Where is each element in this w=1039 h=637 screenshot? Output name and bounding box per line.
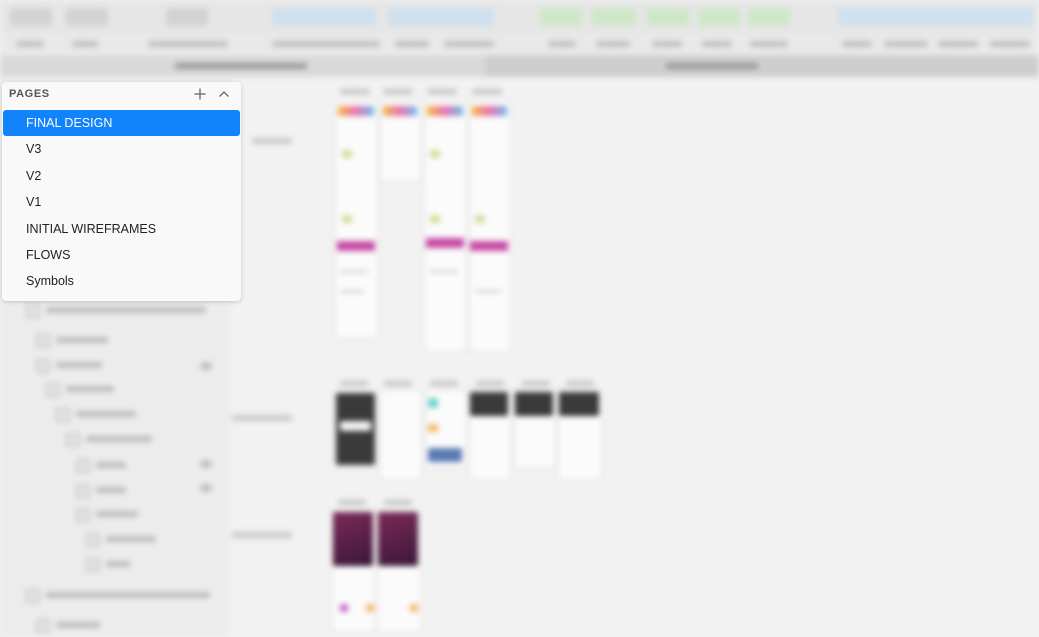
toolbar-button[interactable] [10,8,52,26]
canvas-group-label [232,415,292,421]
page-item-label: Symbols [26,274,74,289]
plus-icon[interactable] [193,87,207,101]
page-item-v3[interactable]: V3 [3,136,240,162]
toolbar-button[interactable] [272,8,376,26]
pages-list: FINAL DESIGN V3 V2 V1 INITIAL WIREFRAMES… [2,110,241,295]
page-item-label: FLOWS [26,247,71,262]
toolbar-button[interactable] [540,8,582,26]
toolbar-button[interactable] [698,8,740,26]
document-tab[interactable] [486,55,1039,77]
page-item-initial-wireframes[interactable]: INITIAL WIREFRAMES [3,216,240,242]
page-item-v2[interactable]: V2 [3,163,240,189]
page-item-flows[interactable]: FLOWS [3,242,240,268]
document-tab[interactable] [0,55,484,77]
canvas-group-label [232,532,292,538]
page-item-final-design[interactable]: FINAL DESIGN [3,110,240,137]
toolbar-button[interactable] [66,8,108,26]
canvas-group-label [252,138,292,144]
visibility-icon[interactable] [200,362,212,370]
document-tabs [0,55,1039,77]
toolbar-button[interactable] [166,8,208,26]
toolbar-button[interactable] [592,8,636,26]
visibility-icon[interactable] [200,484,212,492]
toolbar-labels [0,34,1039,54]
toolbar-button[interactable] [388,8,494,26]
page-item-label: FINAL DESIGN [26,116,113,130]
page-item-label: V3 [26,142,42,157]
pages-panel: PAGES FINAL DESIGN V3 V2 V1 INITIAL WIRE… [2,82,241,301]
toolbar [0,0,1039,34]
pages-panel-title: PAGES [9,88,50,100]
page-item-label: INITIAL WIREFRAMES [26,221,157,236]
artboard[interactable] [380,390,422,480]
pages-panel-header: PAGES [2,82,241,106]
toolbar-button[interactable] [838,8,1034,26]
page-item-v1[interactable]: V1 [3,189,240,215]
toolbar-button[interactable] [748,8,790,26]
chevron-up-icon[interactable] [217,87,231,101]
toolbar-button[interactable] [646,8,690,26]
page-item-symbols[interactable]: Symbols [3,268,240,294]
artboard[interactable] [424,100,467,352]
page-item-label: V1 [26,195,42,210]
page-item-label: V2 [26,168,42,183]
visibility-icon[interactable] [200,460,212,468]
artboard[interactable] [469,100,511,352]
